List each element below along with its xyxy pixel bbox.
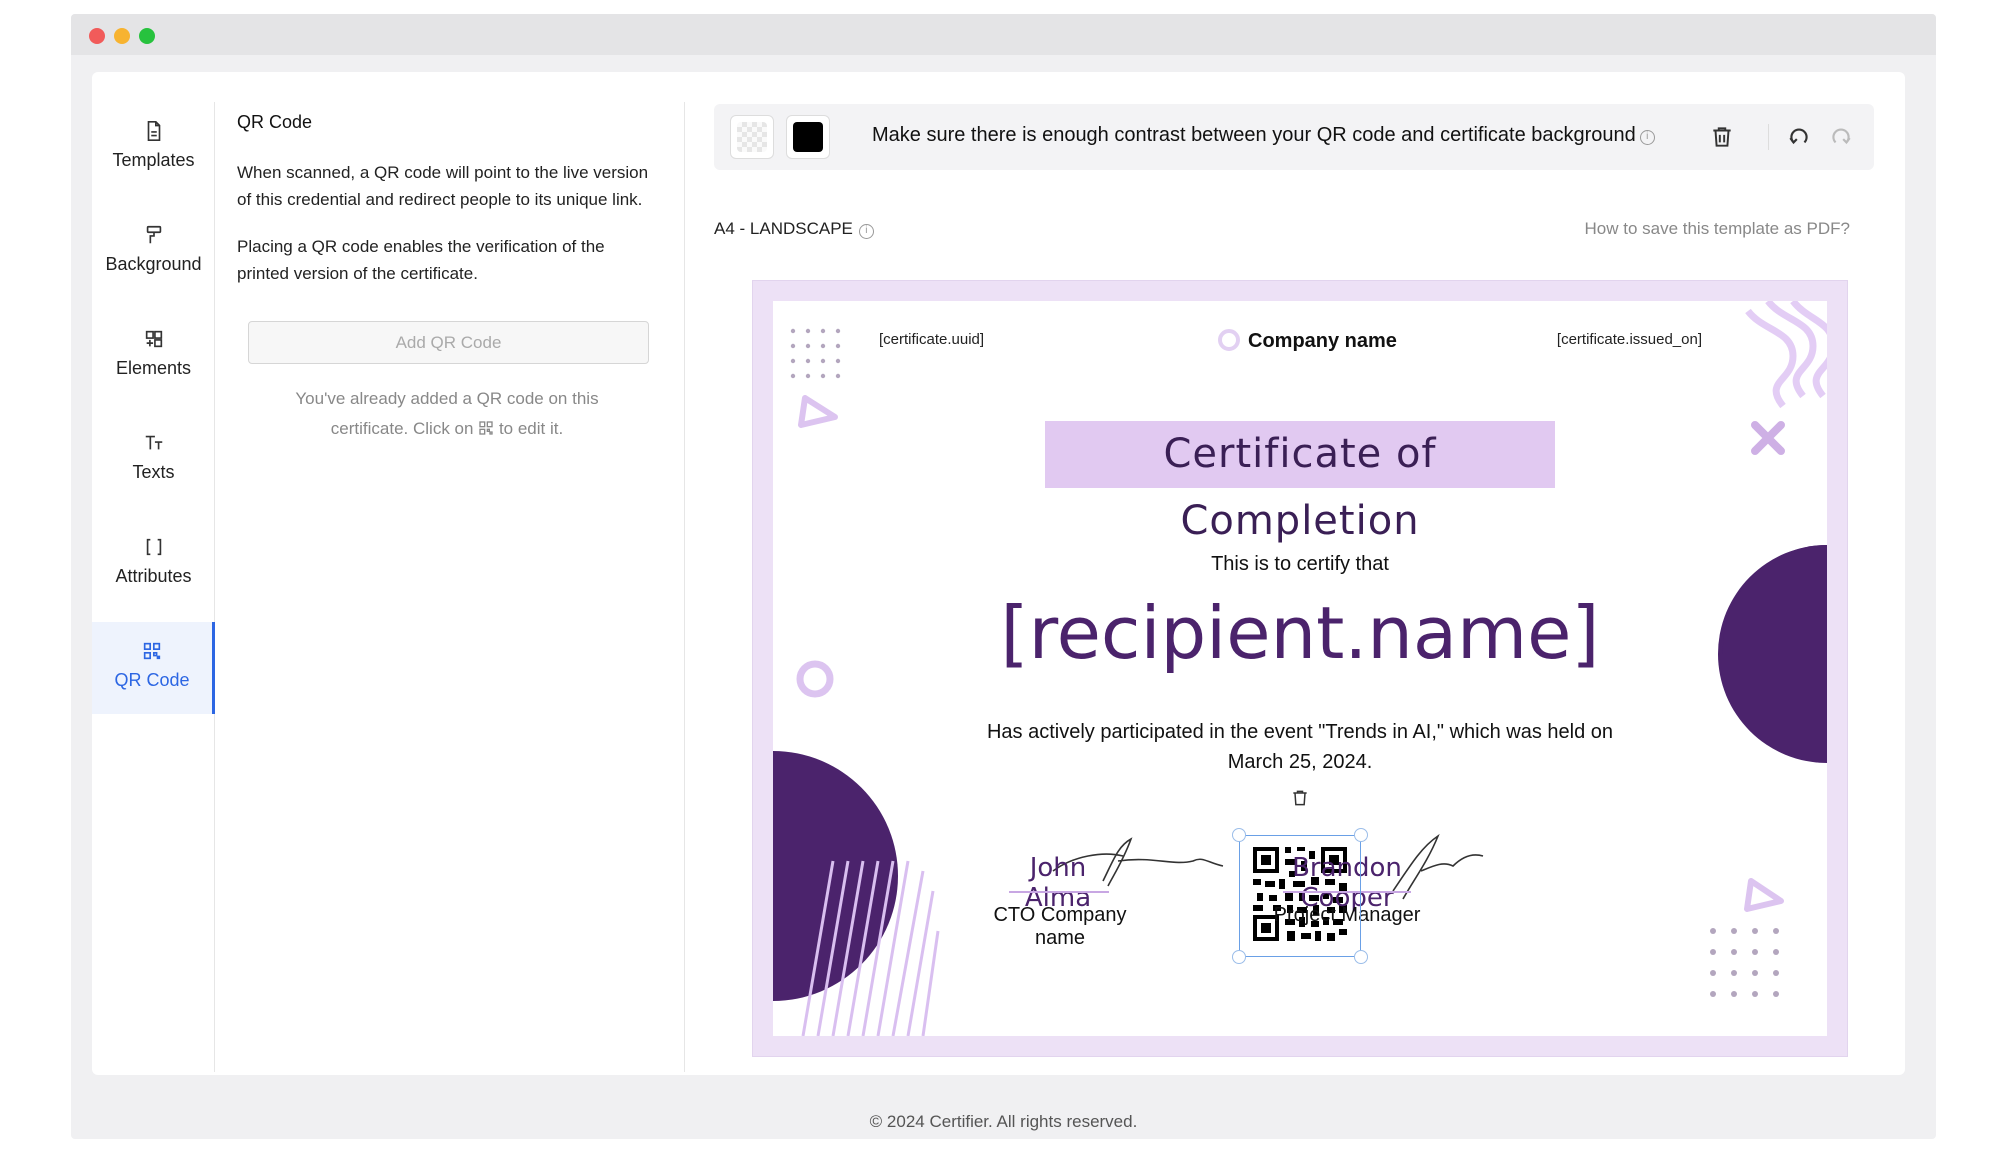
sidebar-item-templates[interactable]: Templates	[92, 102, 215, 194]
signer-1-line	[1009, 891, 1109, 893]
qr-code-icon	[143, 642, 161, 660]
qr-code-panel: QR Code When scanned, a QR code will poi…	[237, 112, 657, 444]
sidebar: Templates Background Elements Texts Attr…	[92, 102, 215, 1072]
page-size-text: A4 - LANDSCAPE	[714, 219, 853, 238]
sidebar-item-label: Elements	[115, 358, 192, 378]
trash-icon[interactable]	[1709, 124, 1735, 150]
paint-roller-icon	[146, 225, 161, 244]
undo-icon[interactable]	[1786, 124, 1812, 150]
qr-toolbar: Make sure there is enough contrast betwe…	[714, 104, 1874, 170]
toolbar-separator	[1768, 124, 1769, 150]
title-bar	[71, 14, 1936, 55]
certify-text[interactable]: This is to certify that	[773, 553, 1827, 576]
sidebar-item-label: Background	[105, 254, 202, 274]
panel-description: When scanned, a QR code will point to th…	[237, 163, 649, 209]
template-icon	[147, 121, 160, 141]
editor-card: Templates Background Elements Texts Attr…	[92, 72, 1905, 1075]
resize-handle-bottom-right[interactable]	[1354, 950, 1368, 964]
contrast-warning-text: Make sure there is enough contrast betwe…	[872, 124, 1636, 146]
close-window-button[interactable]	[89, 28, 105, 44]
sidebar-item-attributes[interactable]: Attributes	[92, 518, 215, 610]
elements-icon	[145, 330, 162, 348]
resize-handle-bottom-left[interactable]	[1232, 950, 1246, 964]
sidebar-item-label: QR Code	[114, 670, 190, 690]
info-icon[interactable]: i	[1639, 130, 1655, 145]
hint-line-1: You've already added a QR code on this	[295, 389, 599, 408]
company-name: Company name	[1248, 330, 1397, 352]
footer-copyright: © 2024 Certifier. All rights reserved.	[869, 1112, 1138, 1131]
hint-text-a: certificate. Click on	[330, 419, 474, 438]
panel-divider	[684, 102, 685, 1072]
app-window: Templates Background Elements Texts Attr…	[71, 14, 1936, 1139]
sidebar-item-elements[interactable]: Elements	[92, 310, 215, 402]
certificate-issued-on[interactable]: [certificate.issued_on]	[1557, 331, 1702, 348]
sidebar-item-texts[interactable]: Texts	[92, 414, 215, 506]
certificate-uuid[interactable]: [certificate.uuid]	[879, 331, 984, 348]
panel-title: QR Code	[237, 112, 313, 132]
delete-qr-icon[interactable]	[1290, 787, 1310, 809]
black-swatch	[793, 122, 823, 152]
sidebar-item-label: Attributes	[115, 566, 192, 586]
contrast-warning: Make sure there is enough contrast betwe…	[872, 124, 1655, 147]
certificate: [certificate.uuid] Company name [certifi…	[773, 301, 1827, 1036]
hint-text-b: to edit it.	[498, 419, 564, 438]
certificate-description[interactable]: Has actively participated in the event "…	[973, 717, 1627, 777]
certificate-title[interactable]: Certificate of Completion	[1045, 421, 1555, 544]
sidebar-item-qr-code[interactable]: QR Code	[92, 622, 215, 714]
page-size-label: A4 - LANDSCAPE i	[714, 219, 874, 239]
brackets-icon	[146, 538, 161, 556]
redo-icon[interactable]	[1828, 124, 1854, 150]
qr-color-swatch[interactable]	[786, 115, 830, 159]
sidebar-item-label: Texts	[132, 462, 175, 482]
save-pdf-help-link[interactable]: How to save this template as PDF?	[1584, 219, 1850, 239]
info-icon[interactable]: i	[858, 224, 874, 239]
hint-line-2: certificate. Click on to edit it.	[237, 414, 657, 444]
background-color-swatch[interactable]	[730, 115, 774, 159]
certificate-title-text: Certificate of Completion	[1163, 431, 1437, 544]
company-logo[interactable]: Company name	[1218, 329, 1397, 353]
minimize-window-button[interactable]	[114, 28, 130, 44]
qr-code-selection[interactable]	[1239, 835, 1361, 957]
signer-1-role[interactable]: CTO Company name	[981, 904, 1139, 950]
add-qr-code-button[interactable]: Add QR Code	[248, 321, 649, 364]
recipient-name[interactable]: [recipient.name]	[773, 591, 1827, 675]
company-logo-icon	[1218, 329, 1240, 351]
sidebar-item-label: Templates	[112, 150, 195, 170]
resize-handle-top-right[interactable]	[1354, 828, 1368, 842]
maximize-window-button[interactable]	[139, 28, 155, 44]
certificate-canvas: [certificate.uuid] Company name [certifi…	[752, 280, 1848, 1057]
qr-code-icon	[479, 421, 493, 435]
transparent-swatch	[737, 122, 767, 152]
resize-handle-top-left[interactable]	[1232, 828, 1246, 842]
sidebar-item-background[interactable]: Background	[92, 206, 215, 298]
qr-code-hint: You've already added a QR code on this c…	[237, 384, 657, 444]
panel-description-2: Placing a QR code enables the verificati…	[237, 237, 605, 283]
text-icon	[145, 435, 162, 450]
